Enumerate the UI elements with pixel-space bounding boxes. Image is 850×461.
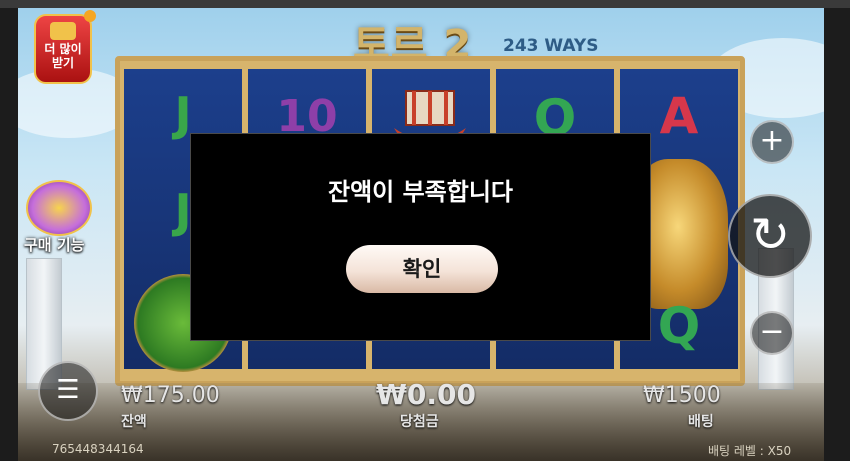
- dialog-message: 잔액이 부족합니다: [328, 178, 513, 206]
- insufficient-balance-dialog: 잔액이 부족합니다 확인: [190, 133, 651, 341]
- modal-overlay: 잔액이 부족합니다 확인: [0, 0, 850, 461]
- confirm-button[interactable]: 확인: [346, 245, 498, 293]
